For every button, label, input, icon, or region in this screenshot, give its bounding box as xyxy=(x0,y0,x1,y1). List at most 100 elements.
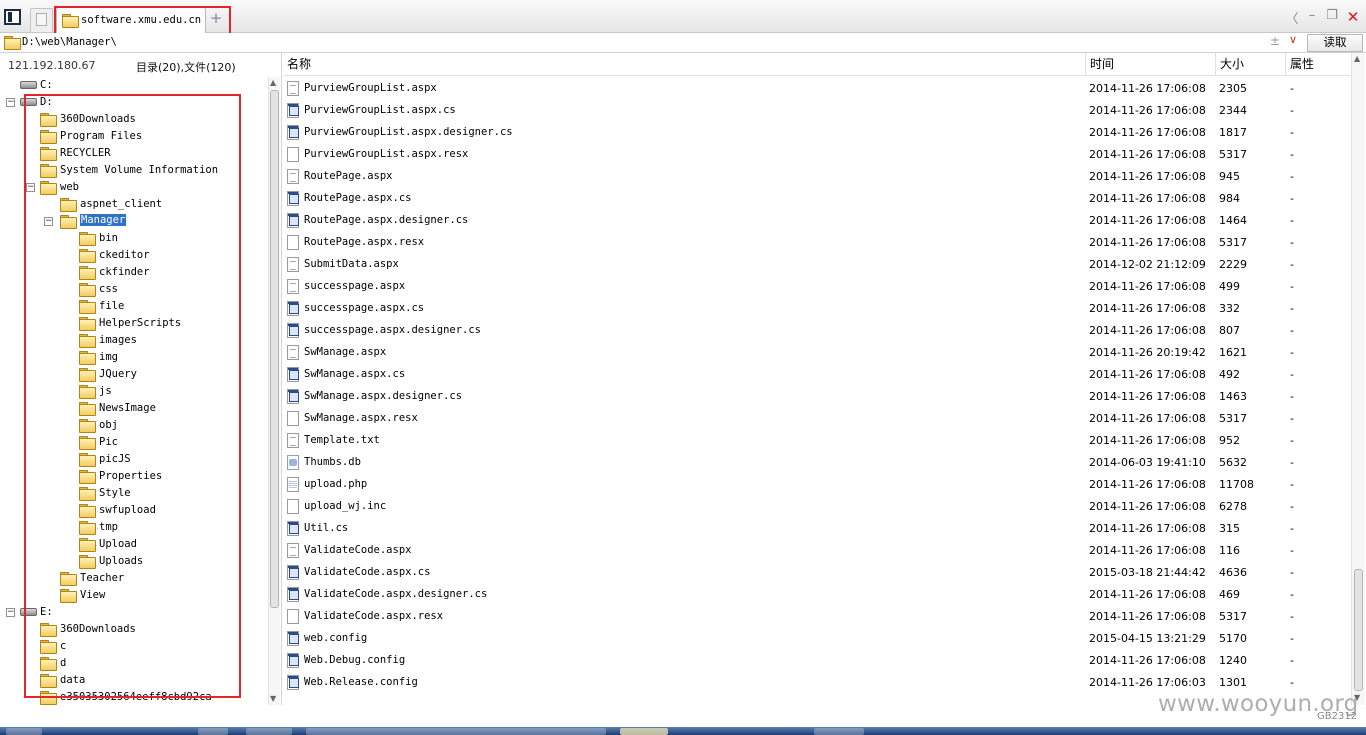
tree-scrollbar[interactable]: ▲ ▼ xyxy=(268,77,280,705)
taskbar-item[interactable] xyxy=(620,728,668,735)
file-row[interactable]: PurviewGroupList.aspx.resx 2014-11-26 17:… xyxy=(283,143,1350,165)
file-row[interactable]: SwManage.aspx.resx 2014-11-26 17:06:08 531… xyxy=(283,407,1350,429)
taskbar-item[interactable] xyxy=(246,728,292,735)
file-row[interactable]: SubmitData.aspx 2014-12-02 21:12:09 2229 - xyxy=(283,253,1350,275)
collapse-toggle-icon[interactable]: − xyxy=(26,183,35,192)
folder-icon xyxy=(79,249,96,263)
file-row[interactable]: successpage.aspx.cs 2014-11-26 17:06:08 33… xyxy=(283,297,1350,319)
file-row[interactable]: Web.Debug.config 2014-11-26 17:06:08 1240 - xyxy=(283,649,1350,671)
file-list-scroll-thumb[interactable] xyxy=(1354,569,1363,691)
taskbar-item[interactable] xyxy=(306,728,606,735)
file-row[interactable]: ValidateCode.aspx.designer.cs 2014-11-26 … xyxy=(283,583,1350,605)
file-row[interactable]: upload.php 2014-11-26 17:06:08 11708 - xyxy=(283,473,1350,495)
file-row[interactable]: SwManage.aspx.cs 2014-11-26 17:06:08 492 - xyxy=(283,363,1350,385)
scroll-up-icon[interactable]: ▲ xyxy=(1354,54,1360,63)
tree-item-label: images xyxy=(99,334,137,346)
file-row[interactable]: Template.txt 2014-11-26 17:06:08 952 - xyxy=(283,429,1350,451)
file-size: 5317 xyxy=(1219,412,1247,425)
tab-blank[interactable] xyxy=(30,8,53,32)
tree-item-label: View xyxy=(80,589,106,601)
file-row[interactable]: ValidateCode.aspx 2014-11-26 17:06:08 116 - xyxy=(283,539,1350,561)
file-attr: - xyxy=(1290,456,1294,469)
file-db-icon xyxy=(287,455,299,470)
file-size: 1621 xyxy=(1219,346,1247,359)
tree-item-label: E: xyxy=(40,606,53,618)
file-attr: - xyxy=(1290,192,1294,205)
file-row[interactable]: upload_wj.inc 2014-11-26 17:06:08 6278 - xyxy=(283,495,1350,517)
folder-icon xyxy=(79,453,96,467)
column-attr[interactable]: 属性 xyxy=(1286,53,1350,76)
taskbar-item[interactable] xyxy=(814,728,864,735)
file-attr: - xyxy=(1290,170,1294,183)
close-button[interactable]: ✕ xyxy=(1344,8,1362,26)
file-name: SwManage.aspx xyxy=(304,346,387,358)
file-row[interactable]: RoutePage.aspx.cs 2014-11-26 17:06:08 984 - xyxy=(283,187,1350,209)
tree-item-label: C: xyxy=(40,79,53,91)
drive-icon xyxy=(20,608,37,616)
file-row[interactable]: Web.Release.config 2014-11-26 17:06:03 130… xyxy=(283,671,1350,693)
file-time: 2014-11-26 17:06:08 xyxy=(1089,478,1206,491)
folder-icon xyxy=(79,266,96,280)
add-tab-button[interactable]: + xyxy=(207,10,225,28)
file-name: ValidateCode.aspx.resx xyxy=(304,610,444,622)
file-attr: - xyxy=(1290,82,1294,95)
tab-active[interactable]: software.xmu.edu.cn xyxy=(56,7,206,33)
file-size: 2229 xyxy=(1219,258,1247,271)
back-icon[interactable]: 〈 xyxy=(1283,8,1301,27)
file-time: 2014-11-26 17:06:08 xyxy=(1089,324,1206,337)
plus-minus-icon[interactable]: ± xyxy=(1270,34,1280,48)
file-time: 2014-11-26 17:06:08 xyxy=(1089,126,1206,139)
column-size[interactable]: 大小 xyxy=(1216,53,1286,76)
file-row[interactable]: RoutePage.aspx 2014-11-26 17:06:08 945 - xyxy=(283,165,1350,187)
file-code-icon xyxy=(287,521,299,536)
taskbar-item[interactable] xyxy=(198,728,228,735)
file-row[interactable]: SwManage.aspx 2014-11-26 20:19:42 1621 - xyxy=(283,341,1350,363)
read-button[interactable]: 读取 xyxy=(1307,34,1363,52)
collapse-toggle-icon[interactable]: − xyxy=(6,98,15,107)
page-icon xyxy=(36,13,47,26)
folder-icon xyxy=(79,283,96,297)
folder-icon xyxy=(40,164,57,178)
file-row[interactable]: RoutePage.aspx.resx 2014-11-26 17:06:08 53… xyxy=(283,231,1350,253)
collapse-toggle-icon[interactable]: − xyxy=(6,608,15,617)
file-row[interactable]: SwManage.aspx.designer.cs 2014-11-26 17:0… xyxy=(283,385,1350,407)
pane-splitter[interactable] xyxy=(281,53,282,705)
folder-icon xyxy=(40,623,57,637)
file-row[interactable]: Util.cs 2014-11-26 17:06:08 315 - xyxy=(283,517,1350,539)
file-row[interactable]: PurviewGroupList.aspx.cs 2014-11-26 17:06… xyxy=(283,99,1350,121)
path-input[interactable]: D:\web\Manager\ xyxy=(22,36,117,48)
file-row[interactable]: RoutePage.aspx.designer.cs 2014-11-26 17:… xyxy=(283,209,1350,231)
column-name[interactable]: 名称 xyxy=(283,53,1086,76)
tree-item-label: swfupload xyxy=(99,504,156,516)
file-row[interactable]: successpage.aspx.designer.cs 2014-11-26 1… xyxy=(283,319,1350,341)
file-attr: - xyxy=(1290,434,1294,447)
file-row[interactable]: PurviewGroupList.aspx.designer.cs 2014-11… xyxy=(283,121,1350,143)
file-row[interactable]: ValidateCode.aspx.resx 2014-11-26 17:06:0… xyxy=(283,605,1350,627)
minimize-button[interactable]: – xyxy=(1303,8,1321,23)
file-name: Template.txt xyxy=(304,434,380,446)
start-button[interactable] xyxy=(6,728,42,735)
tree-item-label: data xyxy=(60,674,86,686)
file-txt-icon xyxy=(287,169,299,184)
file-blank-icon xyxy=(287,609,299,624)
tree-item-label: Properties xyxy=(99,470,163,482)
file-row[interactable]: PurviewGroupList.aspx 2014-11-26 17:06:08… xyxy=(283,77,1350,99)
tree-item-label: Pic xyxy=(99,436,118,448)
file-row[interactable]: Thumbs.db 2014-06-03 19:41:10 5632 - xyxy=(283,451,1350,473)
file-row[interactable]: ValidateCode.aspx.cs 2015-03-18 21:44:42 4… xyxy=(283,561,1350,583)
file-name: PurviewGroupList.aspx.designer.cs xyxy=(304,126,513,138)
file-attr: - xyxy=(1290,610,1294,623)
collapse-toggle-icon[interactable]: − xyxy=(44,217,53,226)
app-menu-icon[interactable] xyxy=(4,9,21,25)
file-list-scrollbar[interactable]: ▲ ▼ xyxy=(1351,53,1365,705)
file-row[interactable]: web.config 2015-04-15 13:21:29 5170 - xyxy=(283,627,1350,649)
file-name: RoutePage.aspx.designer.cs xyxy=(304,214,469,226)
file-row[interactable]: successpage.aspx 2014-11-26 17:06:08 499 - xyxy=(283,275,1350,297)
restore-button[interactable]: ❐ xyxy=(1323,8,1341,23)
scroll-down-icon[interactable]: ▼ xyxy=(270,694,276,703)
scroll-up-icon[interactable]: ▲ xyxy=(270,78,276,87)
chevron-down-icon[interactable]: ∨ xyxy=(1289,33,1297,46)
column-time[interactable]: 时间 xyxy=(1086,53,1216,76)
tree-scroll-thumb[interactable] xyxy=(270,90,279,608)
file-name: Util.cs xyxy=(304,522,349,534)
